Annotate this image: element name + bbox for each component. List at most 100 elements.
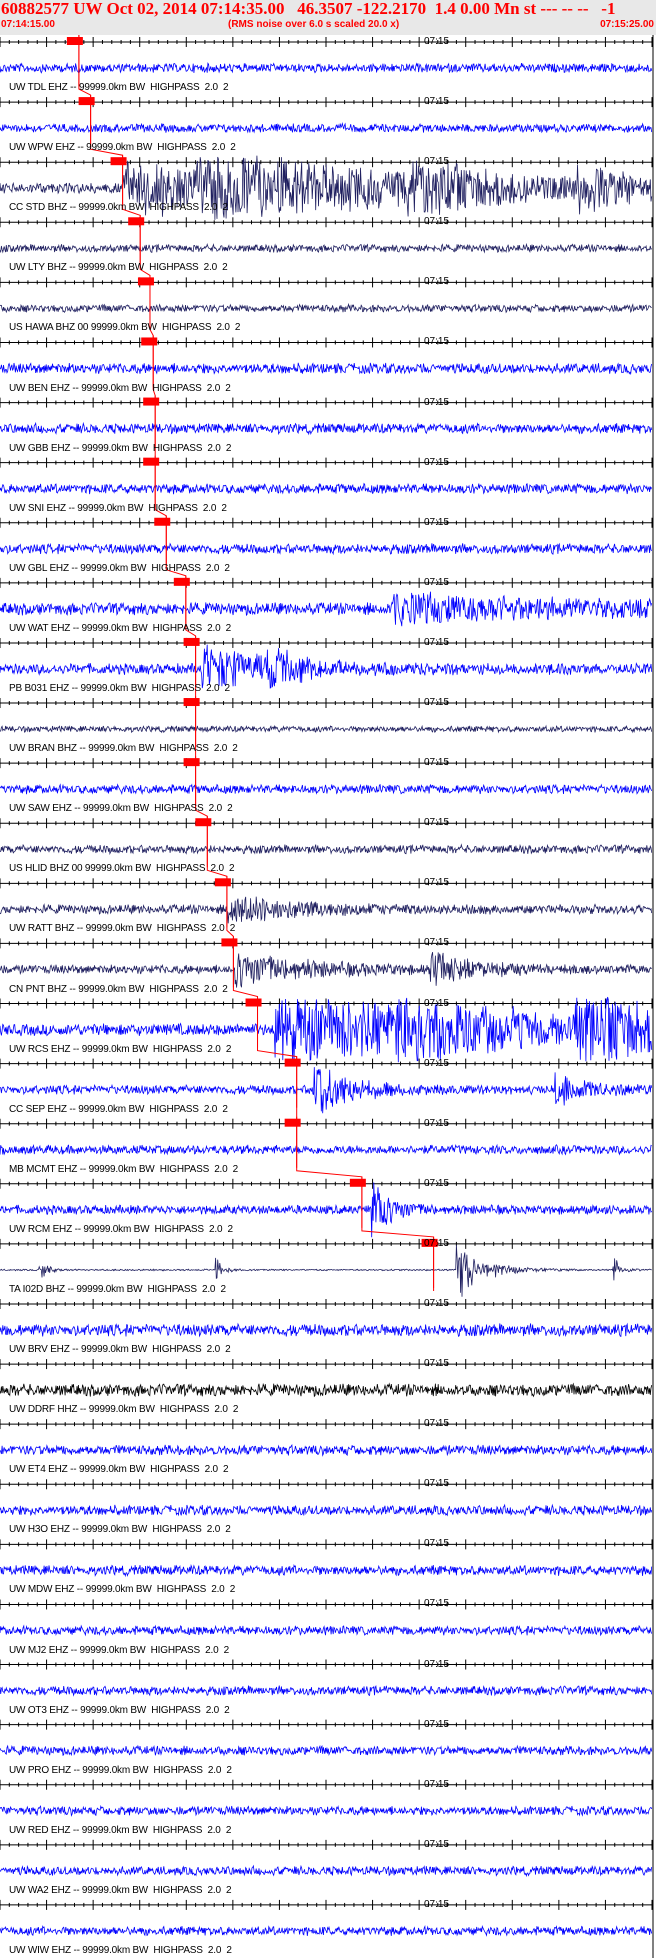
channel-label: UW PRO EHZ -- 99999.0km BW HIGHPASS 2.0 …	[9, 1764, 232, 1776]
minute-marker-label: 07:15	[424, 1177, 450, 1189]
phase-pick-flag	[141, 337, 158, 346]
trace-row	[0, 816, 653, 868]
phase-pick-flag	[143, 457, 160, 466]
waveform-trace	[0, 1443, 653, 1457]
channel-label: UW DDRF HHZ -- 99999.0km BW HIGHPASS 2.0…	[9, 1404, 239, 1416]
waveform-trace	[0, 122, 653, 134]
phase-pick-flag	[183, 758, 200, 767]
trace-row	[0, 35, 653, 87]
channel-label: UW BRV EHZ -- 99999.0km BW HIGHPASS 2.0 …	[9, 1344, 231, 1356]
end-time-label: 07:15:25.00	[600, 19, 654, 30]
trace-row	[0, 1359, 653, 1398]
trace-row	[0, 635, 653, 689]
channel-label: UW BEN EHZ -- 99999.0km BW HIGHPASS 2.0 …	[9, 382, 231, 394]
channel-label: UW RED EHZ -- 99999.0km BW HIGHPASS 2.0 …	[9, 1824, 232, 1836]
minute-marker-label: 07:15	[424, 396, 450, 408]
minute-marker-label: 07:15	[424, 216, 450, 228]
minute-marker-label: 07:15	[424, 817, 450, 829]
waveform-trace	[0, 362, 653, 376]
phase-pick-flag	[154, 517, 171, 526]
event-title: 60882577 UW Oct 02, 2014 07:14:35.00 46.…	[1, 0, 616, 18]
minute-marker-label: 07:15	[424, 1598, 450, 1610]
channel-label: CN PNT BHZ -- 99999.0km BW HIGHPASS 2.0 …	[9, 983, 228, 995]
minute-marker-label: 07:15	[424, 96, 450, 108]
phase-pick-flag	[221, 938, 238, 947]
channel-label: CC STD BHZ -- 99999.0km BW HIGHPASS 2.0 …	[9, 202, 228, 214]
trace-row	[0, 1899, 653, 1937]
minute-marker-label: 07:15	[424, 757, 450, 769]
channel-label: UW RATT BHZ -- 99999.0km BW HIGHPASS 2.0…	[9, 923, 236, 935]
channel-label: UW SAW EHZ -- 99999.0km BW HIGHPASS 2.0 …	[9, 803, 233, 815]
channel-label: UW WA2 EHZ -- 99999.0km BW HIGHPASS 2.0 …	[9, 1884, 232, 1896]
trace-row	[0, 335, 653, 387]
channel-label: UW GBL EHZ -- 99999.0km BW HIGHPASS 2.0 …	[9, 562, 230, 574]
waveform-trace	[0, 843, 653, 856]
waveform-trace	[0, 783, 653, 796]
minute-marker-label: 07:15	[424, 1718, 450, 1730]
phase-pick-flag	[183, 698, 200, 707]
phase-pick-flag	[66, 37, 83, 45]
trace-row	[0, 1779, 653, 1817]
minute-marker-label: 07:15	[424, 1838, 450, 1850]
waveform-trace	[0, 1804, 653, 1817]
trace-row	[0, 1719, 653, 1757]
trace-row	[0, 1298, 653, 1338]
waveform-trace	[0, 421, 653, 436]
minute-marker-label: 07:15	[424, 1538, 450, 1550]
waveform-trace	[0, 62, 653, 74]
phase-pick-flag	[137, 277, 154, 286]
waveform-trace	[0, 1744, 653, 1757]
phase-pick-flag	[284, 1058, 301, 1067]
trace-row	[0, 395, 653, 447]
waveform-trace	[0, 1684, 653, 1697]
minute-marker-label: 07:15	[424, 1418, 450, 1430]
minute-marker-label: 07:15	[424, 1358, 450, 1370]
waveform-trace	[0, 724, 653, 734]
trace-row	[0, 95, 653, 147]
minute-marker-label: 07:15	[424, 1117, 450, 1129]
minute-marker-label: 07:15	[424, 1057, 450, 1069]
waveform-trace	[0, 1322, 653, 1338]
trace-row	[0, 575, 653, 627]
phase-pick-flag	[214, 878, 231, 887]
channel-label: TA I02D BHZ -- 99999.0km BW HIGHPASS 2.0…	[9, 1283, 226, 1295]
channel-label: UW ET4 EHZ -- 99999.0km BW HIGHPASS 2.0 …	[9, 1464, 229, 1476]
phase-pick-flag	[245, 998, 262, 1007]
trace-row	[0, 1419, 653, 1457]
trace-row	[0, 1659, 653, 1697]
minute-marker-label: 07:15	[424, 456, 450, 468]
trace-row	[0, 1479, 653, 1517]
phase-pick-flag	[173, 577, 190, 586]
start-time-label: 07:14:15.00	[1, 19, 55, 30]
channel-label: UW RCS EHZ -- 99999.0km BW HIGHPASS 2.0 …	[9, 1043, 232, 1055]
minute-marker-label: 07:15	[424, 36, 450, 47]
trace-row	[0, 936, 653, 988]
trace-row	[0, 215, 653, 267]
waveform-trace	[0, 542, 653, 556]
waveform-trace	[0, 242, 652, 254]
minute-marker-label: 07:15	[424, 1898, 450, 1910]
waveform-trace	[0, 1925, 653, 1937]
waveform-trace	[0, 302, 652, 314]
trace-row	[0, 756, 653, 808]
waveform-trace	[0, 951, 652, 988]
channel-label: UW H3O EHZ -- 99999.0km BW HIGHPASS 2.0 …	[9, 1524, 231, 1536]
minute-marker-label: 07:15	[424, 1658, 450, 1670]
trace-row	[0, 1599, 653, 1637]
channel-label: UW GBB EHZ -- 99999.0km BW HIGHPASS 2.0 …	[9, 442, 232, 454]
phase-pick-flag	[143, 397, 160, 406]
waveform-trace	[0, 482, 653, 495]
waveform-trace	[0, 644, 653, 689]
channel-label: UW BRAN BHZ -- 99999.0km BW HIGHPASS 2.0…	[9, 743, 238, 755]
trace-row	[0, 275, 653, 327]
minute-marker-label: 07:15	[424, 516, 450, 528]
minute-marker-label: 07:15	[424, 636, 450, 648]
phase-pick-flag	[349, 1178, 366, 1187]
minute-marker-label: 07:15	[424, 697, 450, 709]
minute-marker-label: 07:15	[424, 1778, 450, 1790]
channel-label: UW OT3 EHZ -- 99999.0km BW HIGHPASS 2.0 …	[9, 1704, 230, 1716]
waveform-trace	[0, 1624, 653, 1637]
waveform-trace	[0, 1864, 653, 1878]
phase-pick-flag	[183, 637, 200, 646]
phase-pick-flag	[78, 97, 95, 106]
